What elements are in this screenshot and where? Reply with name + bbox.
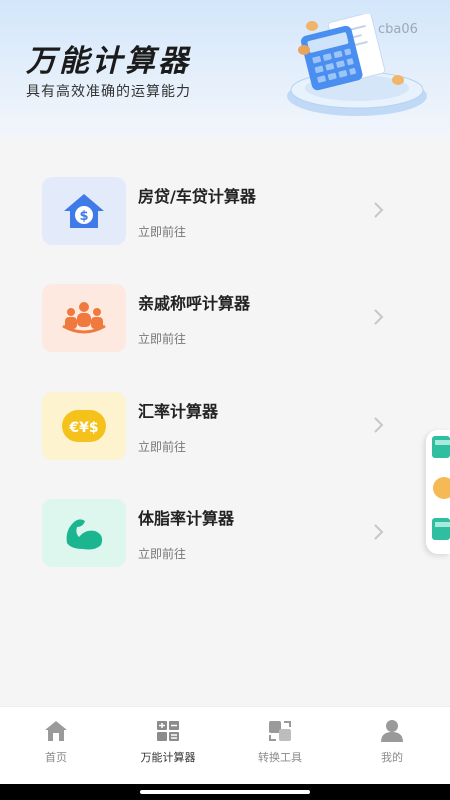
card-title: 汇率计算器 xyxy=(138,402,219,421)
calculator-card-loan[interactable]: $ 房贷/车贷计算器 立即前往 xyxy=(42,177,392,249)
tab-mine[interactable]: 我的 xyxy=(336,719,448,775)
header-banner: 万能计算器 具有高效准确的运算能力 cba06 xyxy=(0,0,450,140)
grid-calculator-icon xyxy=(157,721,179,741)
tab-label: 万能计算器 xyxy=(140,751,196,764)
chevron-right-icon xyxy=(374,417,384,433)
home-icon xyxy=(45,721,67,741)
tab-label: 首页 xyxy=(45,751,67,764)
card-action: 立即前往 xyxy=(138,440,187,454)
card-action: 立即前往 xyxy=(138,225,187,239)
calculator-card-body-fat[interactable]: 体脂率计算器 立即前往 xyxy=(42,499,392,571)
calculator-card-exchange[interactable]: €¥$ 汇率计算器 立即前往 xyxy=(42,392,392,464)
card-title: 亲戚称呼计算器 xyxy=(138,294,251,313)
home-indicator[interactable] xyxy=(140,790,310,794)
tab-label: 我的 xyxy=(381,751,403,764)
user-icon xyxy=(381,720,403,742)
page-subtitle: 具有高效准确的运算能力 xyxy=(26,84,191,100)
calculator-card-relatives[interactable]: 亲戚称呼计算器 立即前往 xyxy=(42,284,392,356)
svg-text:$: $ xyxy=(79,209,88,224)
card-action: 立即前往 xyxy=(138,547,187,561)
page-title: 万能计算器 xyxy=(26,44,191,79)
currency-icon: €¥$ xyxy=(42,392,126,460)
card-action: 立即前往 xyxy=(138,332,187,346)
floating-shortcut-panel[interactable] xyxy=(426,430,450,554)
svg-text:€¥$: €¥$ xyxy=(68,420,98,436)
tab-convert-tools[interactable]: 转换工具 xyxy=(224,719,336,775)
chevron-right-icon xyxy=(374,202,384,218)
house-dollar-icon: $ xyxy=(42,177,126,245)
muscle-arm-icon xyxy=(42,499,126,567)
card-title: 房贷/车贷计算器 xyxy=(138,187,256,206)
tab-label: 转换工具 xyxy=(258,751,302,764)
bottom-tab-bar: 首页 万能计算器 转换工具 我的 xyxy=(0,706,450,784)
chevron-right-icon xyxy=(374,309,384,325)
card-title: 体脂率计算器 xyxy=(138,509,235,528)
chevron-right-icon xyxy=(374,524,384,540)
family-icon xyxy=(42,284,126,352)
tab-calculator[interactable]: 万能计算器 xyxy=(112,719,224,775)
tab-home[interactable]: 首页 xyxy=(0,719,112,775)
shortcut-calculator-icon xyxy=(432,436,450,540)
convert-icon xyxy=(269,721,291,741)
watermark-text: cba06 xyxy=(378,22,418,37)
